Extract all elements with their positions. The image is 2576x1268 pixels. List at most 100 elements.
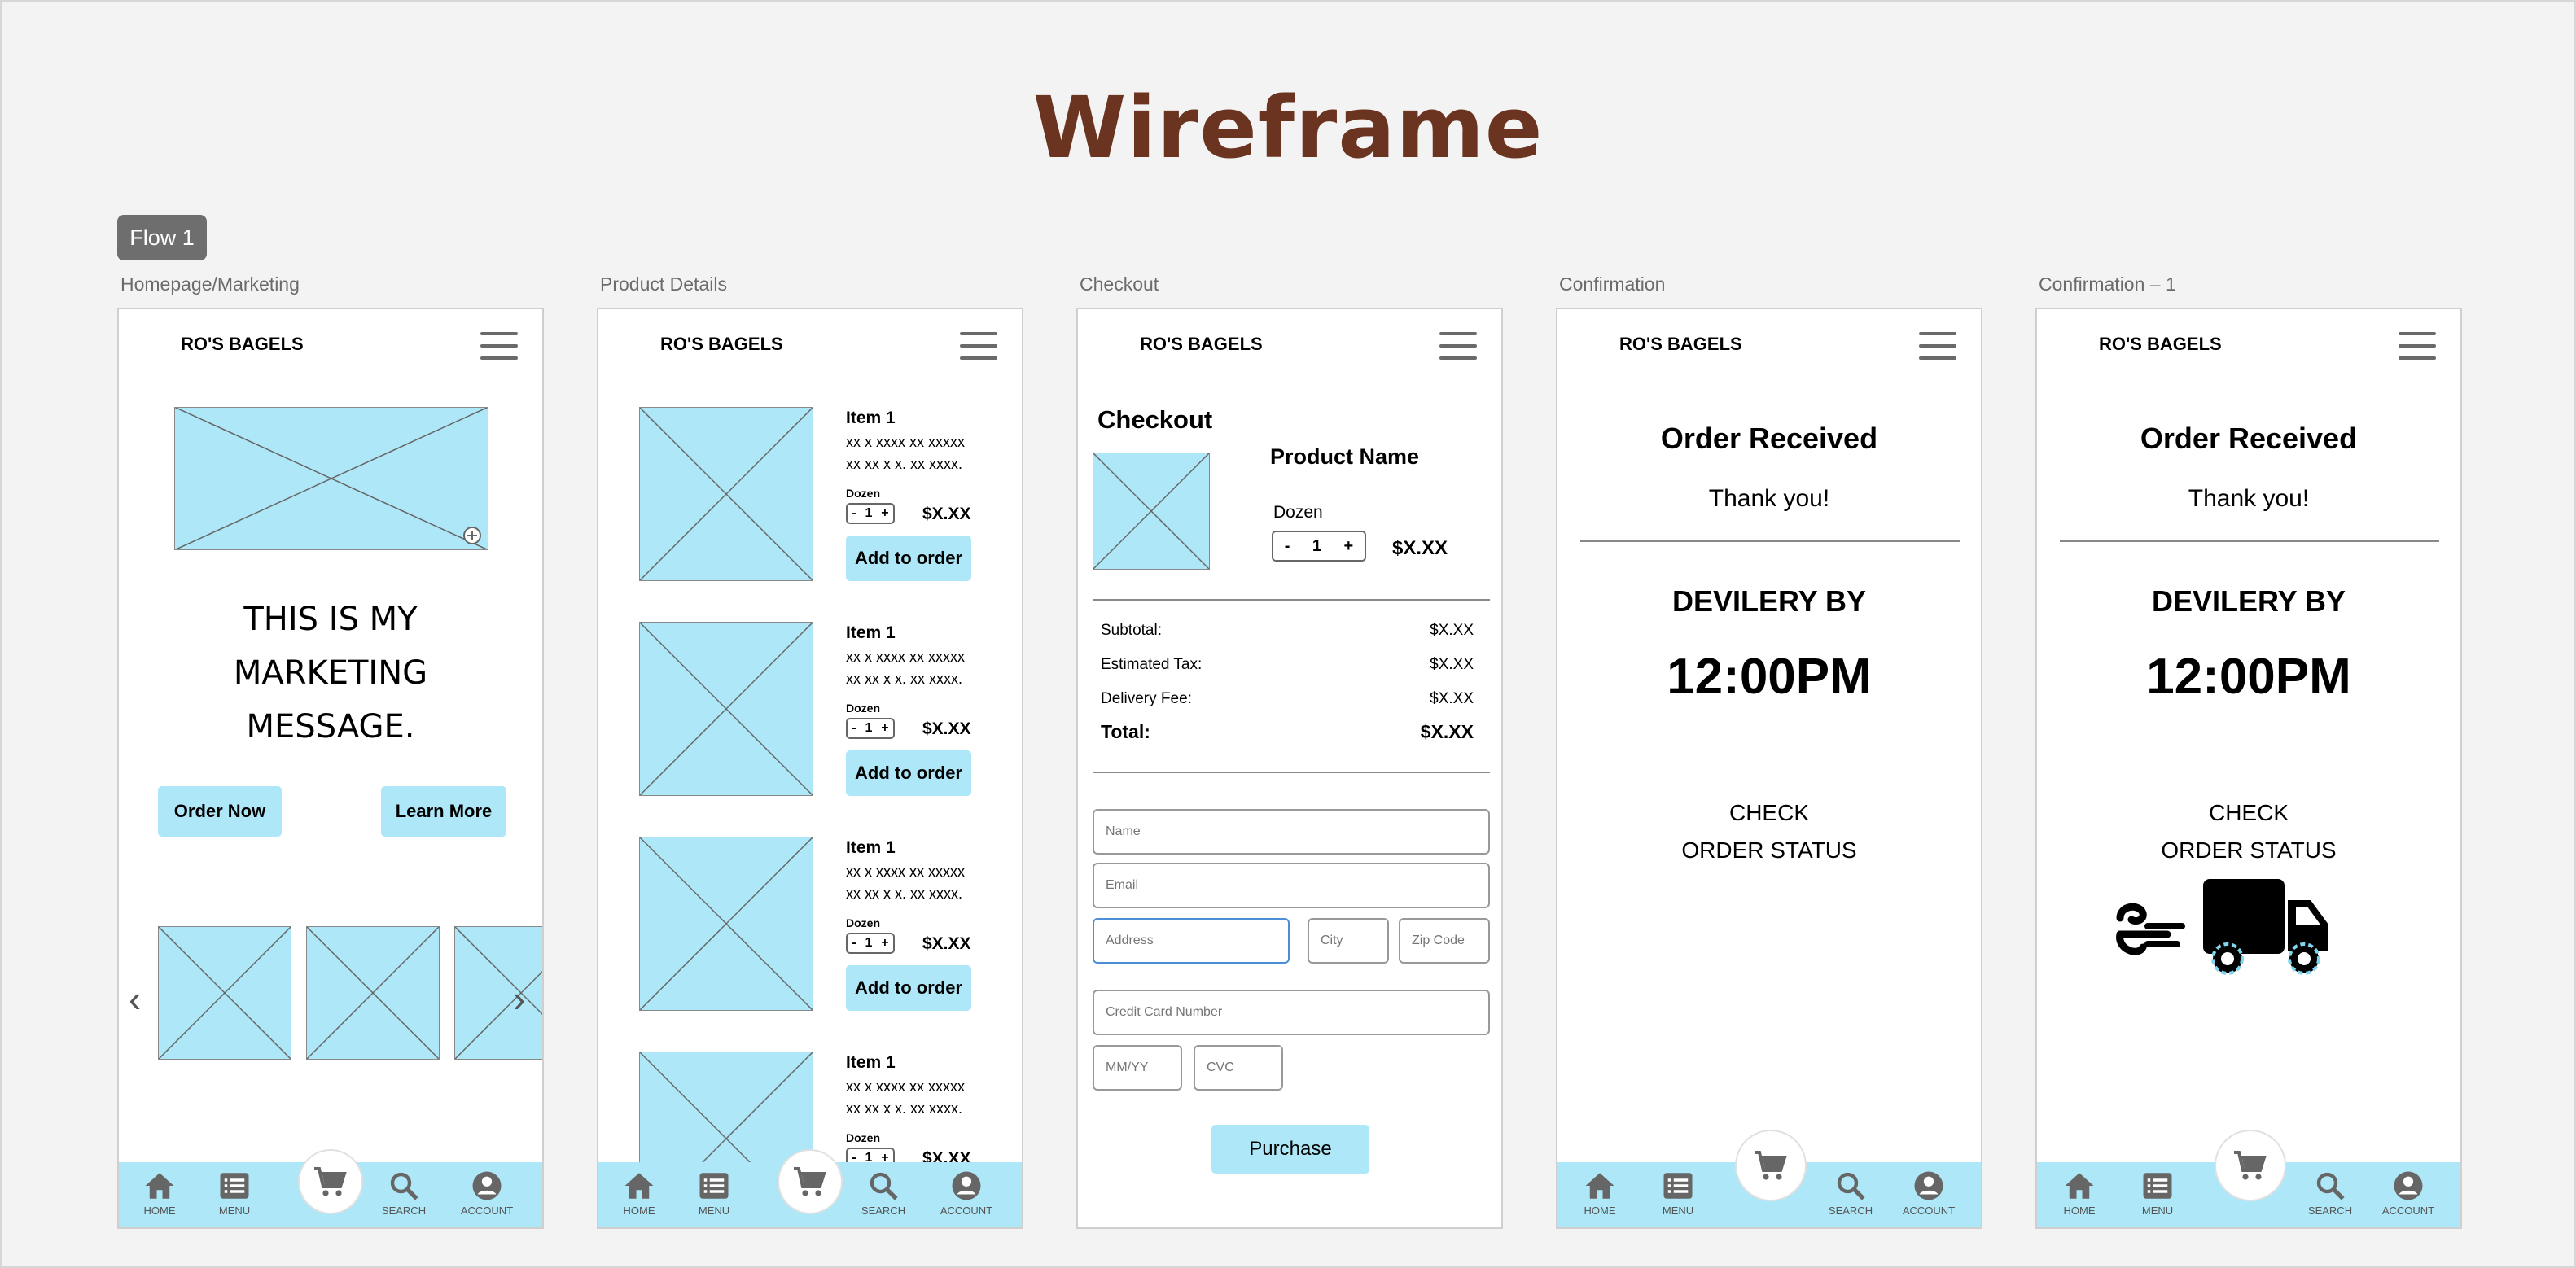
quantity-stepper[interactable]: -1 + — [846, 503, 895, 524]
nav-home[interactable]: HOME — [1567, 1169, 1632, 1217]
plus-button[interactable]: + — [1344, 537, 1354, 556]
account-icon — [952, 1171, 981, 1200]
hamburger-menu-icon[interactable] — [1919, 332, 1956, 360]
carousel-image-placeholder[interactable] — [158, 926, 291, 1060]
check-order-status-link[interactable]: CHECK ORDER STATUS — [1557, 794, 1981, 869]
home-icon — [1585, 1173, 1614, 1199]
learn-more-button[interactable]: Learn More — [381, 786, 506, 837]
cvc-field[interactable] — [1194, 1045, 1283, 1091]
search-icon — [1837, 1172, 1865, 1200]
quantity-value: 1 — [865, 721, 873, 735]
nav-home[interactable]: HOME — [127, 1169, 192, 1217]
quantity-stepper[interactable]: -1 + — [846, 718, 895, 739]
cart-button[interactable] — [779, 1151, 841, 1213]
flow-tag[interactable]: Flow 1 — [117, 215, 207, 260]
cart-button[interactable] — [2216, 1131, 2285, 1200]
cart-icon — [794, 1167, 826, 1196]
dozen-label: Dozen — [846, 916, 880, 929]
plus-button[interactable]: + — [881, 721, 888, 736]
add-to-order-button[interactable]: Add to order — [846, 536, 971, 581]
nav-account[interactable]: ACCOUNT — [1896, 1169, 1961, 1217]
address-field[interactable] — [1093, 918, 1290, 964]
plus-button[interactable]: + — [881, 506, 888, 521]
divider — [1093, 772, 1490, 773]
nav-account[interactable]: ACCOUNT — [2376, 1169, 2441, 1217]
nav-home[interactable]: HOME — [2047, 1169, 2112, 1217]
add-to-order-button[interactable]: Add to order — [846, 750, 971, 796]
minus-button[interactable]: - — [852, 936, 856, 951]
add-circle-icon[interactable] — [462, 526, 482, 545]
name-field[interactable] — [1093, 809, 1490, 855]
nav-menu[interactable]: MENU — [1645, 1169, 1711, 1217]
brand-name: RO'S BAGELS — [181, 334, 304, 354]
hamburger-menu-icon[interactable] — [2399, 332, 2436, 360]
phone-frame-confirmation-1: RO'S BAGELS Order Received Thank you! DE… — [2035, 308, 2462, 1229]
menu-list-icon — [699, 1173, 729, 1199]
item-description: xx x xxxx xx xxxxx xx xx x x. xx xxxx. — [846, 646, 965, 690]
check-order-status-line: CHECK — [1728, 800, 1809, 825]
product-image-placeholder — [639, 622, 813, 796]
item-desc-line: xx xx x x. xx xxxx. — [846, 1100, 963, 1117]
carousel-image-placeholder[interactable] — [454, 926, 542, 1060]
nav-account[interactable]: ACCOUNT — [934, 1169, 999, 1217]
carousel-image-placeholder[interactable] — [306, 926, 440, 1060]
cart-button[interactable] — [1737, 1131, 1805, 1200]
brand-name: RO'S BAGELS — [1619, 334, 1742, 354]
credit-card-field[interactable] — [1093, 990, 1490, 1035]
chevron-left-icon[interactable]: ‹ — [129, 977, 141, 1021]
menu-list-icon — [1663, 1173, 1693, 1199]
minus-button[interactable]: - — [852, 721, 856, 736]
city-field[interactable] — [1308, 918, 1389, 964]
delivery-truck-icon — [2115, 876, 2335, 977]
marketing-line: MESSAGE. — [246, 708, 415, 745]
item-description: xx x xxxx xx xxxxx xx xx x x. xx xxxx. — [846, 431, 965, 475]
quantity-stepper[interactable]: -1 + — [846, 933, 895, 954]
nav-account-label: ACCOUNT — [2381, 1205, 2435, 1217]
nav-home[interactable]: HOME — [607, 1169, 672, 1217]
chevron-right-icon[interactable]: › — [513, 977, 525, 1021]
phone-frame-checkout: RO'S BAGELS Checkout Product Name Dozen … — [1076, 308, 1503, 1229]
nav-account-label: ACCOUNT — [460, 1205, 514, 1217]
nav-menu[interactable]: MENU — [202, 1169, 267, 1217]
nav-account[interactable]: ACCOUNT — [454, 1169, 519, 1217]
checkout-title: Checkout — [1097, 405, 1213, 434]
nav-search[interactable]: SEARCH — [851, 1169, 916, 1217]
thank-you-text: Thank you! — [1708, 485, 1830, 512]
check-order-status-line: CHECK — [2208, 800, 2289, 825]
quantity-value: 1 — [865, 936, 873, 950]
nav-search[interactable]: SEARCH — [371, 1169, 436, 1217]
hamburger-menu-icon[interactable] — [1439, 332, 1477, 360]
order-now-button[interactable]: Order Now — [158, 786, 282, 837]
marketing-line: THIS IS MY — [243, 601, 418, 638]
purchase-button[interactable]: Purchase — [1211, 1125, 1369, 1174]
account-icon — [2394, 1171, 2423, 1200]
item-desc-line: xx xx x x. xx xxxx. — [846, 456, 963, 472]
plus-button[interactable]: + — [881, 936, 888, 951]
thank-you-text: Thank you! — [2188, 485, 2310, 512]
check-order-status-link[interactable]: CHECK ORDER STATUS — [2037, 794, 2460, 869]
subtotal-label: Subtotal: — [1101, 622, 1162, 639]
item-title: Item 1 — [846, 623, 896, 642]
nav-search[interactable]: SEARCH — [2298, 1169, 2363, 1217]
search-icon — [390, 1172, 418, 1200]
nav-search-label: SEARCH — [861, 1205, 906, 1217]
nav-menu[interactable]: MENU — [681, 1169, 747, 1217]
zip-code-field[interactable] — [1399, 918, 1490, 964]
cart-button[interactable] — [300, 1151, 361, 1213]
add-to-order-button[interactable]: Add to order — [846, 965, 971, 1011]
quantity-stepper[interactable]: - 1 + — [1272, 531, 1366, 562]
nav-menu-label: MENU — [1662, 1205, 1694, 1217]
delivery-fee-label: Delivery Fee: — [1101, 690, 1192, 707]
nav-menu[interactable]: MENU — [2125, 1169, 2190, 1217]
nav-search[interactable]: SEARCH — [1818, 1169, 1883, 1217]
email-field[interactable] — [1093, 863, 1490, 908]
delivery-by-heading: DEVILERY BY — [2151, 584, 2346, 618]
hamburger-menu-icon[interactable] — [480, 332, 518, 360]
search-icon — [2316, 1172, 2345, 1200]
item-title: Item 1 — [846, 1053, 896, 1072]
minus-button[interactable]: - — [852, 506, 856, 521]
hamburger-menu-icon[interactable] — [960, 332, 997, 360]
brand-name: RO'S BAGELS — [2099, 334, 2222, 354]
minus-button[interactable]: - — [1285, 537, 1290, 556]
expiry-field[interactable] — [1093, 1045, 1182, 1091]
